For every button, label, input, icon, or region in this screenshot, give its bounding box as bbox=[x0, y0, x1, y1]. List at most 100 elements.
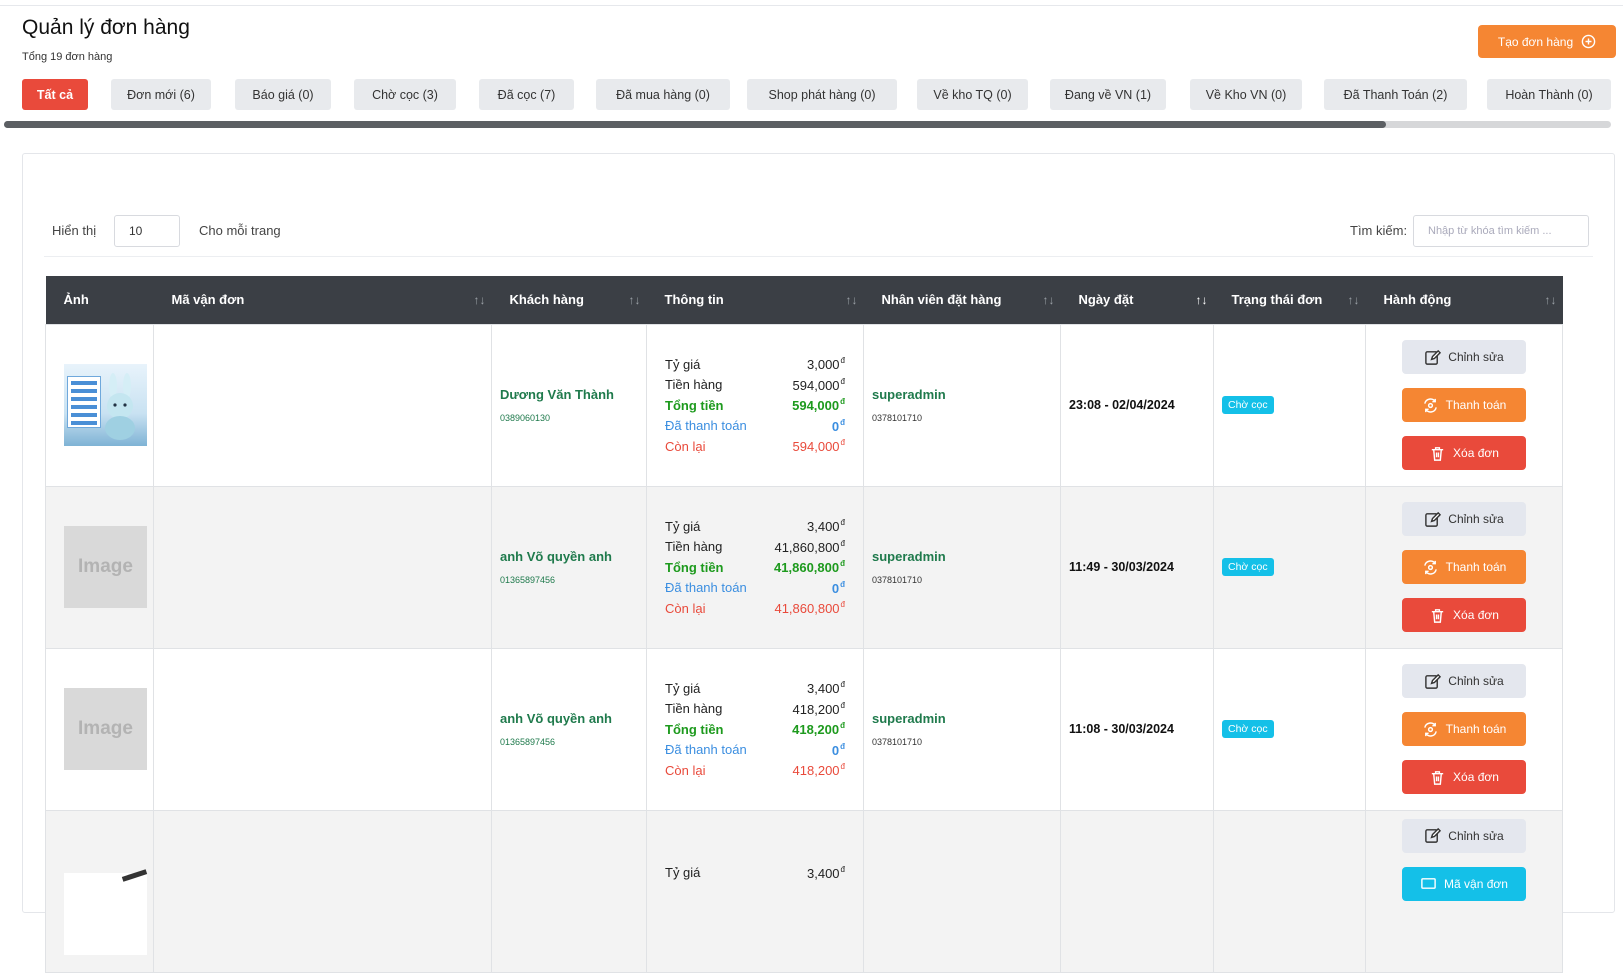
staff-name: superadmin bbox=[872, 711, 946, 726]
order-date: 23:08 - 02/04/2024 bbox=[1060, 323, 1214, 487]
rate-row: Tỷ giá 3,000đ bbox=[665, 356, 845, 372]
page-size-select[interactable]: 10 bbox=[114, 215, 180, 247]
customer-name[interactable]: anh Võ quyền anh bbox=[500, 711, 646, 726]
tab-shipping-to-vn[interactable]: Đang về VN (1) bbox=[1050, 79, 1166, 110]
edit-button[interactable]: Chỉnh sửa bbox=[1402, 664, 1526, 698]
edit-icon bbox=[1425, 511, 1442, 527]
plus-circle-icon bbox=[1581, 34, 1596, 49]
sort-icon[interactable]: ↑↓ bbox=[1196, 293, 1208, 307]
remain-row: Còn lại 41,860,800đ bbox=[665, 600, 845, 616]
col-staff[interactable]: Nhân viên đặt hàng ↑↓ bbox=[864, 276, 1061, 324]
sort-icon[interactable]: ↑↓ bbox=[846, 293, 858, 307]
tab-purchased[interactable]: Đã mua hàng (0) bbox=[596, 79, 730, 110]
rate-row: Tỷ giá 3,400đ bbox=[665, 518, 845, 534]
tab-at-cn-warehouse[interactable]: Về kho TQ (0) bbox=[917, 79, 1028, 110]
sort-icon[interactable]: ↑↓ bbox=[629, 293, 641, 307]
tracking-cell bbox=[153, 809, 492, 973]
order-date: 11:08 - 30/03/2024 bbox=[1060, 647, 1214, 811]
tab-all[interactable]: Tất cả bbox=[22, 79, 88, 110]
status-tabs: Tất cả Đơn mới (6) Báo giá (0) Chờ cọc (… bbox=[22, 79, 1623, 111]
tab-deposited[interactable]: Đã cọc (7) bbox=[479, 79, 574, 110]
rabbit-toy-image bbox=[105, 373, 135, 440]
sort-icon[interactable]: ↑↓ bbox=[474, 293, 486, 307]
create-order-button[interactable]: Tạo đơn hàng bbox=[1478, 25, 1616, 58]
tabs-scrollbar-thumb[interactable] bbox=[4, 121, 1386, 128]
remain-row: Còn lại 418,200đ bbox=[665, 762, 845, 778]
pay-button[interactable]: Thanh toán bbox=[1402, 388, 1526, 422]
remain-row: Còn lại 594,000đ bbox=[665, 438, 845, 454]
order-date: 11:49 - 30/03/2024 bbox=[1060, 485, 1214, 649]
customer-name[interactable]: anh Võ quyền anh bbox=[500, 549, 646, 564]
divider bbox=[44, 256, 1593, 257]
payment-exchange-icon bbox=[1423, 559, 1437, 575]
paid-row: Đã thanh toán 0đ bbox=[665, 741, 845, 758]
col-tracking[interactable]: Mã vận đơn ↑↓ bbox=[154, 276, 492, 324]
edit-icon bbox=[1425, 349, 1442, 365]
edit-button[interactable]: Chỉnh sửa bbox=[1402, 340, 1526, 374]
rate-row: Tỷ giá 3,400đ bbox=[665, 680, 845, 696]
customer-name[interactable]: Dương Văn Thành bbox=[500, 387, 646, 402]
tab-awaiting-deposit[interactable]: Chờ cọc (3) bbox=[354, 79, 456, 110]
tracking-cell bbox=[153, 647, 492, 811]
sort-icon[interactable]: ↑↓ bbox=[1043, 293, 1055, 307]
search-input[interactable]: Nhập từ khóa tìm kiếm ... bbox=[1413, 215, 1589, 247]
search-label: Tìm kiếm: bbox=[1350, 223, 1408, 238]
col-image[interactable]: Ảnh bbox=[46, 276, 154, 324]
table-row: Image anh Võ quyền anh 01365897456 Tỷ gi… bbox=[45, 647, 1563, 811]
staff-name: superadmin bbox=[872, 387, 946, 402]
tab-new[interactable]: Đơn mới (6) bbox=[111, 79, 211, 110]
tab-shop-shipped[interactable]: Shop phát hàng (0) bbox=[747, 79, 897, 110]
col-actions[interactable]: Hành động ↑↓ bbox=[1366, 276, 1563, 324]
product-thumbnail[interactable] bbox=[64, 364, 147, 446]
delete-button[interactable]: Xóa đơn bbox=[1402, 598, 1526, 632]
table-header-row: Ảnh Mã vận đơn ↑↓ Khách hàng ↑↓ Thông tin ↑… bbox=[45, 276, 1563, 324]
sort-icon[interactable]: ↑↓ bbox=[1348, 293, 1360, 307]
tab-at-vn-warehouse[interactable]: Về Kho VN (0) bbox=[1190, 79, 1302, 110]
tracking-cell bbox=[153, 485, 492, 649]
staff-phone: 0378101710 bbox=[872, 737, 923, 747]
trash-icon bbox=[1431, 608, 1444, 623]
tracking-icon bbox=[1421, 878, 1436, 889]
table-row: Dương Văn Thành 0389060130 Tỷ giá 3,000đ … bbox=[45, 323, 1563, 487]
edit-icon bbox=[1425, 827, 1442, 843]
col-date[interactable]: Ngày đặt ↑↓ bbox=[1061, 276, 1214, 324]
tab-paid[interactable]: Đã Thanh Toán (2) bbox=[1324, 79, 1467, 110]
paid-row: Đã thanh toán 0đ bbox=[665, 579, 845, 596]
col-status[interactable]: Trạng thái đơn ↑↓ bbox=[1214, 276, 1366, 324]
top-border bbox=[0, 5, 1623, 6]
status-badge: Chờ cọc bbox=[1222, 558, 1274, 576]
tab-completed[interactable]: Hoàn Thành (0) bbox=[1487, 79, 1611, 110]
edit-button[interactable]: Chỉnh sửa bbox=[1402, 502, 1526, 536]
delete-button[interactable]: Xóa đơn bbox=[1402, 760, 1526, 794]
edit-icon bbox=[1425, 673, 1442, 689]
delete-button[interactable]: Xóa đơn bbox=[1402, 436, 1526, 470]
total-row: Tổng tiền 594,000đ bbox=[665, 397, 845, 413]
image-placeholder[interactable]: Image bbox=[64, 688, 147, 770]
order-count: Tổng 19 đơn hàng bbox=[22, 51, 113, 63]
customer-phone: 01365897456 bbox=[500, 737, 556, 747]
edit-button[interactable]: Chỉnh sửa bbox=[1402, 818, 1526, 853]
goods-row: Tiền hàng 418,200đ bbox=[665, 700, 845, 717]
table-row: Tỷ giá 3,400đ Chỉnh sửa Mã vận đơn bbox=[45, 809, 1563, 973]
total-row: Tổng tiền 418,200đ bbox=[665, 721, 845, 737]
sort-icon[interactable]: ↑↓ bbox=[1545, 293, 1557, 307]
staff-phone: 0378101710 bbox=[872, 575, 923, 585]
customer-phone: 0389060130 bbox=[500, 413, 551, 423]
pay-button[interactable]: Thanh toán bbox=[1402, 550, 1526, 584]
trash-icon bbox=[1431, 446, 1444, 461]
image-placeholder[interactable]: Image bbox=[64, 526, 147, 608]
table-row: Image anh Võ quyền anh 01365897456 Tỷ gi… bbox=[45, 485, 1563, 649]
product-thumbnail[interactable] bbox=[64, 868, 148, 955]
pay-button[interactable]: Thanh toán bbox=[1402, 712, 1526, 746]
goods-row: Tiền hàng 41,860,800đ bbox=[665, 538, 845, 555]
staff-name: superadmin bbox=[872, 549, 946, 564]
show-label: Hiển thị bbox=[52, 223, 97, 238]
product-image-panel bbox=[67, 376, 101, 428]
tracking-code-button[interactable]: Mã vận đơn bbox=[1402, 866, 1526, 901]
tab-quote[interactable]: Báo giá (0) bbox=[235, 79, 331, 110]
col-customer[interactable]: Khách hàng ↑↓ bbox=[492, 276, 647, 324]
paid-row: Đã thanh toán 0đ bbox=[665, 417, 845, 434]
col-info[interactable]: Thông tin ↑↓ bbox=[647, 276, 864, 324]
page-title: Quản lý đơn hàng bbox=[22, 16, 190, 39]
status-badge: Chờ cọc bbox=[1222, 396, 1274, 414]
